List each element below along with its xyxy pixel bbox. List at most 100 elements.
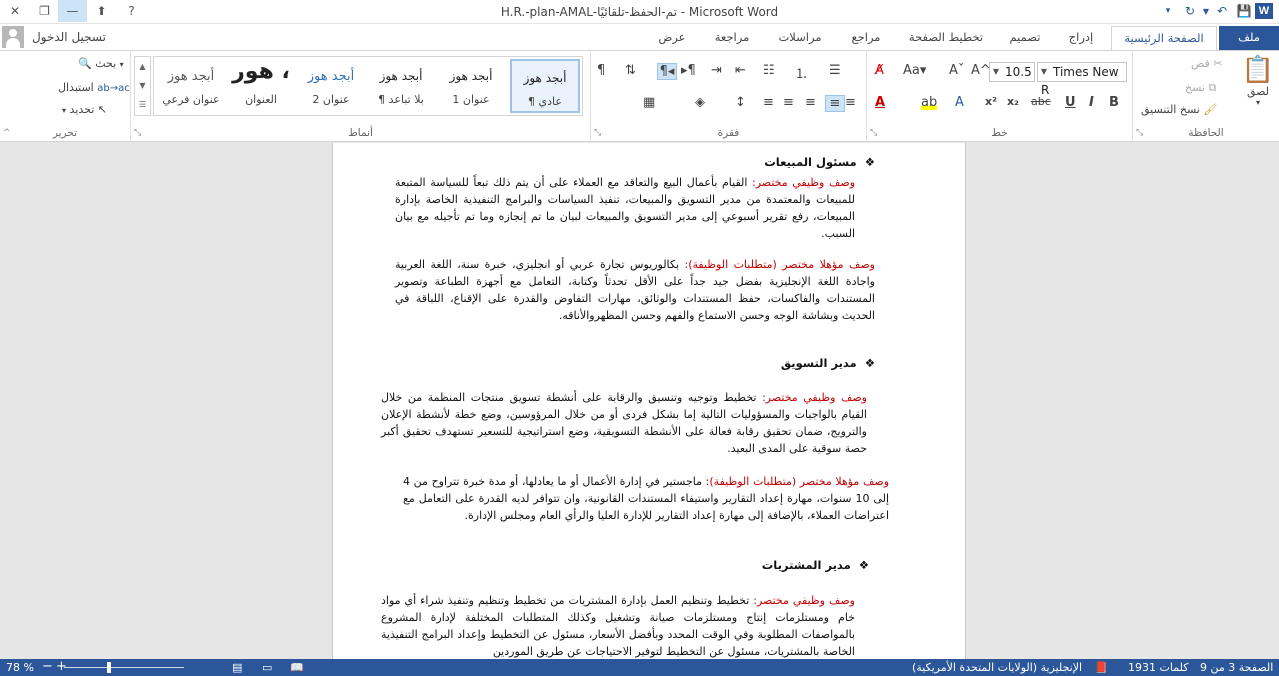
align-center-icon[interactable]: ≡ [805,95,816,110]
qualification-paragraph[interactable]: وصف مؤهلا مختصر (متطلبات الوظيفة): بكالو… [395,256,875,324]
chevron-down-icon[interactable]: ▼ [1038,63,1050,81]
sign-in[interactable]: تسجيل الدخول [0,24,106,50]
tab-file[interactable]: ملف [1219,26,1279,50]
qualification-paragraph[interactable]: وصف مؤهلا مختصر (متطلبات الوظيفة): ماجست… [403,473,889,524]
job-description-paragraph[interactable]: وصف وظيفي مختصر: تخطيط وتنظيم العمل بإدا… [381,592,855,659]
clear-formatting-icon[interactable]: A̸ [875,63,884,78]
style-heading-1[interactable]: أبجد هوز عنوان 1 [436,59,506,113]
zoom-level[interactable]: 78 % [6,661,34,674]
paste-button[interactable]: 📋 لصق ▾ [1241,55,1275,107]
line-spacing-icon[interactable]: ↕ [735,95,746,110]
decrease-indent-icon[interactable]: ⇤ [735,63,746,78]
chevron-down-icon[interactable]: ▼ [135,76,150,95]
document-area[interactable]: ❖مسئول المبيعات وصف وظيفي مختصر: القيام … [0,143,1279,659]
customize-qat-icon[interactable]: ▾ [1157,6,1179,16]
tab-review[interactable]: مراجعة [704,26,760,50]
style-subtitle[interactable]: أبجد هوز عنوان فرعي [156,59,226,113]
copy-button[interactable]: نسخ ⧉ [1185,81,1216,95]
repeat-icon[interactable]: ↻ [1179,4,1201,18]
style-sample: أبجد هوز [449,69,493,83]
quick-access-toolbar: W 💾 ↶ ▼ ↻ ▾ [1157,0,1279,22]
subscript-icon[interactable]: x₂ [1007,95,1019,108]
save-icon[interactable]: 💾 [1233,4,1255,18]
italic-icon[interactable]: I [1089,95,1094,110]
grow-font-icon[interactable]: A^ [971,63,991,78]
select-button[interactable]: ▾ تحديد ↖ [62,103,107,116]
styles-gallery-scroll[interactable]: ▲ ▼ ☰ [134,56,151,116]
tab-insert[interactable]: إدراج [1058,26,1104,50]
shading-icon[interactable]: ◈ [695,95,705,110]
tab-references[interactable]: مراجع [842,26,890,50]
underline-icon[interactable]: U [1065,95,1076,110]
collapse-ribbon-icon[interactable]: ^ [3,128,11,138]
zoom-out-icon[interactable]: − [42,659,53,674]
justify-low-icon[interactable]: ≡ [845,95,856,110]
proofing-icon[interactable]: 📕 [1094,661,1108,674]
zoom-slider-thumb[interactable] [107,662,112,673]
job-description-paragraph[interactable]: وصف وظيفي مختصر: القيام بأعمال البيع وال… [395,174,855,242]
dialog-launcher-icon[interactable]: ⤡ [870,128,877,138]
tab-view[interactable]: عرض [650,26,694,50]
diamond-bullet-icon: ❖ [864,356,875,370]
tab-design[interactable]: تصميم [1000,26,1050,50]
style-name: عنوان فرعي [162,93,220,106]
web-layout-icon[interactable]: ▤ [232,661,242,674]
change-case-icon[interactable]: Aa▾ [903,63,926,78]
style-heading-2[interactable]: أبجد هوز عنوان 2 [296,59,366,113]
superscript-icon[interactable]: x² [985,95,997,108]
read-mode-icon[interactable]: 📖 [290,661,304,674]
increase-indent-icon[interactable]: ⇥ [711,63,722,78]
shrink-font-icon[interactable]: Aˇ [949,63,964,78]
format-painter-button[interactable]: نسخ التنسيق 🖌 [1141,103,1217,116]
pilcrow-icon[interactable]: ¶ [597,63,605,78]
document-page[interactable]: ❖مسئول المبيعات وصف وظيفي مختصر: القيام … [332,143,966,659]
zoom-slider[interactable] [64,667,184,668]
tab-page-layout[interactable]: تخطيط الصفحة [900,26,992,50]
style-title[interactable]: هور ، العنوان [226,59,296,113]
bold-icon[interactable]: B [1109,95,1119,110]
highlight-icon[interactable]: ab [921,95,938,110]
paintbrush-icon: 🖌 [1203,103,1218,116]
print-layout-icon[interactable]: ▭ [262,661,272,674]
tab-home[interactable]: الصفحة الرئيسية [1111,26,1217,50]
justify-icon[interactable]: ≡ [763,95,774,110]
sort-icon[interactable]: ⇅ [625,63,636,78]
font-size-value: 10.5 [1005,65,1032,79]
word-count[interactable]: 1931 كلمات [1128,661,1188,674]
dialog-launcher-icon[interactable]: ⤡ [1136,128,1143,138]
tab-mailings[interactable]: مراسلات [768,26,832,50]
replace-button[interactable]: استبدال ab→ac [58,81,130,94]
align-right-icon[interactable]: ≡ [825,95,845,112]
title-bar: ✕ ❐ — ⬆ ? H.R.-plan-AMAL-تم-الحفظ-تلقائي… [0,0,1279,24]
chevron-up-icon[interactable]: ▲ [135,57,150,76]
chevron-down-icon[interactable]: ▼ [990,63,1002,81]
language-status[interactable]: الإنجليزية (الولايات المتحدة الأمريكية) [912,661,1082,674]
font-color-icon[interactable]: A [875,95,885,110]
align-left-icon[interactable]: ≡ [783,95,794,110]
find-button[interactable]: 🔍 بحث ▾ [78,57,124,70]
zoom-in-icon[interactable]: + [56,659,67,674]
multilevel-list-icon[interactable]: ☷ [763,63,775,78]
avatar[interactable] [2,26,24,48]
bullets-icon[interactable]: ☰ [829,63,841,78]
cut-button[interactable]: قص ✂ [1191,57,1222,70]
job-description-paragraph[interactable]: وصف وظيفي مختصر: تخطيط وتوجيه وتنسيق وال… [381,389,867,457]
undo-icon[interactable]: ↶ [1211,4,1233,18]
font-group-label: خط [991,127,1008,139]
more-styles-icon[interactable]: ☰ [135,95,150,114]
borders-icon[interactable]: ▦ [643,95,655,110]
style-no-spacing[interactable]: أبجد هوز ¶ بلا تباعد [366,59,436,113]
strikethrough-icon[interactable]: abc [1031,95,1051,108]
page-number[interactable]: الصفحة 3 من 9 [1200,661,1273,674]
font-name-box[interactable]: ▼ Times New R [1037,62,1127,97]
dialog-launcher-icon[interactable]: ⤡ [134,128,141,138]
undo-dropdown-icon[interactable]: ▼ [1201,7,1211,16]
numbering-icon[interactable]: ⒈ [795,63,808,82]
font-size-box[interactable]: ▼ 10.5 [989,62,1035,82]
rtl-direction-icon[interactable]: ¶◂ [657,63,677,80]
ltr-direction-icon[interactable]: ▸¶ [681,63,696,78]
dialog-launcher-icon[interactable]: ⤡ [594,128,601,138]
style-normal[interactable]: أبجد هوز ¶ عادي [510,59,580,113]
text-effects-icon[interactable]: A [955,95,964,110]
sign-in-label[interactable]: تسجيل الدخول [32,30,106,44]
